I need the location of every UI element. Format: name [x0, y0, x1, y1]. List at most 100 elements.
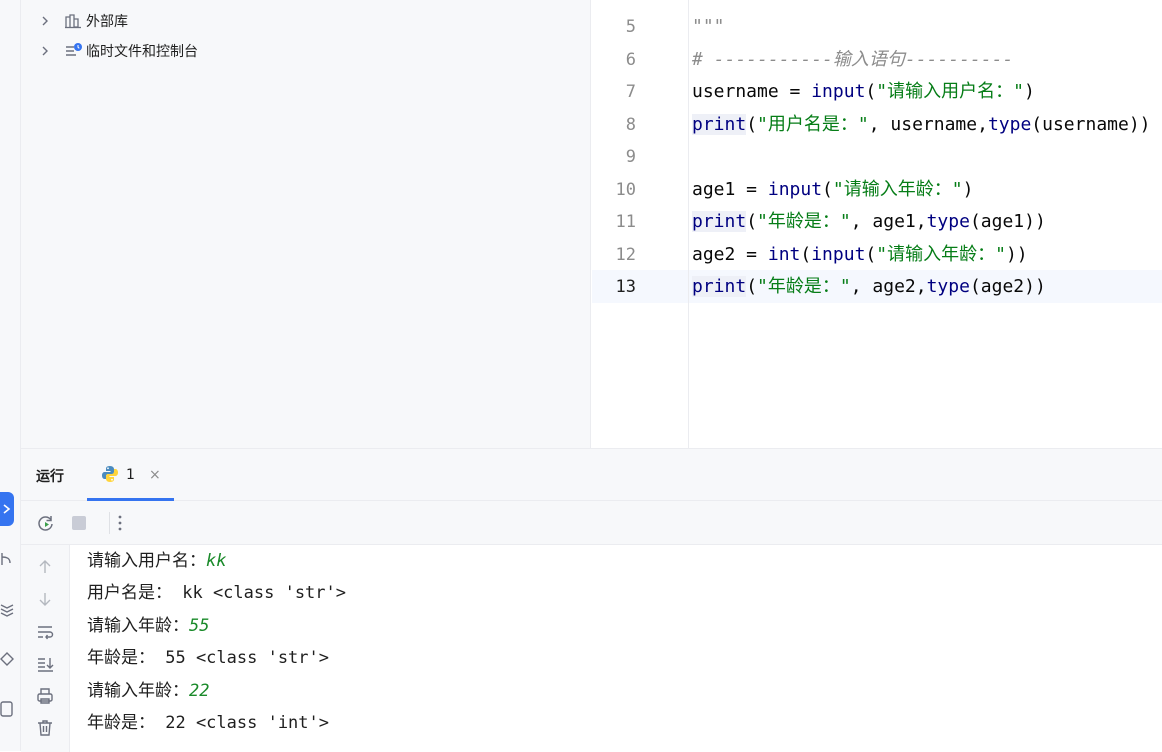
code-line-7: username = input("请输入用户名：")	[692, 76, 1035, 108]
string-token: "年龄是："	[757, 211, 851, 232]
line-number: 10	[615, 180, 636, 200]
rerun-button[interactable]	[35, 512, 57, 534]
chevron-right-icon[interactable]	[39, 45, 51, 57]
library-icon	[64, 12, 82, 30]
run-title: 运行	[36, 469, 64, 485]
console-output-text: 年龄是： 22 <class 'int'>	[87, 713, 329, 733]
console-prompt: 请输入年龄：	[87, 681, 189, 701]
run-tool-window: 运行 1 × 请输入用户名：kk 用户名是： kk <class 'str'> …	[21, 448, 1162, 752]
function-token: type	[987, 114, 1032, 135]
line-number: 12	[615, 245, 636, 265]
code-token: (	[822, 179, 833, 200]
code-token: age2 =	[692, 244, 768, 265]
function-token: type	[926, 211, 970, 232]
console-prompt: 请输入用户名：	[87, 551, 206, 571]
code-token: (	[746, 276, 758, 297]
close-icon[interactable]: ×	[149, 467, 161, 483]
code-line-12: age2 = int(input("请输入年龄："))	[692, 239, 1028, 271]
code-token: ))	[1005, 244, 1028, 265]
run-tool-window-icon[interactable]	[0, 492, 14, 526]
activity-strip	[0, 0, 21, 751]
project-tree: 外部库 临时文件和控制台	[21, 0, 591, 448]
tree-item-label: 临时文件和控制台	[86, 44, 198, 60]
arrow-down-icon[interactable]	[35, 589, 55, 609]
git-icon[interactable]	[0, 548, 14, 570]
line-number: 8	[625, 115, 636, 135]
code-token: (username))	[1031, 114, 1151, 135]
console-line: 请输入年龄：22	[87, 675, 209, 707]
code-token: (	[746, 114, 758, 135]
console-user-input: 55	[189, 616, 210, 636]
chevron-right-icon[interactable]	[39, 15, 51, 27]
arrow-up-icon[interactable]	[35, 557, 55, 577]
layers-icon[interactable]	[0, 598, 14, 620]
line-number: 5	[625, 17, 636, 37]
line-number: 6	[625, 50, 636, 70]
soft-wrap-icon[interactable]	[35, 622, 55, 642]
stop-button[interactable]	[68, 512, 90, 534]
console-line: 年龄是： 55 <class 'str'>	[87, 642, 329, 674]
keyword-token: print	[692, 276, 747, 297]
console-output-text: 用户名是： kk <class 'str'>	[87, 583, 346, 603]
code-line-10: age1 = input("请输入年龄：")	[692, 174, 973, 206]
console-line: 年龄是： 22 <class 'int'>	[87, 707, 329, 739]
print-icon[interactable]	[35, 686, 55, 706]
keyword-token: print	[692, 114, 747, 135]
code-token: (age1))	[969, 211, 1046, 232]
string-token: "用户名是："	[757, 114, 869, 135]
run-header: 运行 1 ×	[21, 449, 1162, 501]
keyword-token: print	[692, 211, 747, 232]
console-user-input: kk	[206, 551, 227, 571]
code-line-6: # -----------输入语句----------	[692, 44, 1013, 76]
code-token: )	[962, 179, 974, 200]
scroll-to-end-icon[interactable]	[35, 654, 55, 674]
code-line-5: """	[692, 11, 725, 43]
line-number-current: 13	[615, 277, 636, 297]
string-token: "年龄是："	[757, 276, 851, 297]
run-toolbar	[21, 501, 1162, 545]
console-line: 请输入年龄：55	[87, 610, 209, 642]
tree-item-scratches[interactable]: 临时文件和控制台	[21, 38, 591, 64]
function-token: input	[811, 244, 866, 265]
tree-item-label: 外部库	[86, 14, 128, 30]
line-number: 9	[625, 147, 636, 167]
string-token: "请输入用户名："	[876, 81, 1024, 102]
function-token: input	[811, 81, 866, 102]
line-number-gutter: 5 6 7 8 9 10 11 12 13	[592, 0, 689, 448]
code-token: (	[746, 211, 758, 232]
tab-run-1[interactable]: 1 ×	[87, 459, 174, 501]
more-options-icon[interactable]	[109, 512, 131, 534]
code-token: , age1,	[850, 211, 927, 232]
docstring-token: """	[692, 16, 725, 37]
console-prompt: 请输入年龄：	[87, 616, 189, 636]
console-line: 请输入用户名：kk	[87, 545, 226, 577]
code-line-13: print("年龄是：", age2,type(age2))	[692, 271, 1046, 303]
code-line-8: print("用户名是：", username,type(username))	[692, 109, 1151, 141]
function-token: type	[926, 276, 970, 297]
tab-label: 1	[126, 467, 135, 483]
code-token: )	[1023, 81, 1035, 102]
code-token: (	[800, 244, 812, 265]
line-number: 11	[615, 212, 636, 232]
string-token: "请输入年龄："	[876, 244, 1006, 265]
trash-icon[interactable]	[35, 718, 55, 738]
code-line-11: print("年龄是：", age1,type(age1))	[692, 206, 1046, 238]
function-token: input	[767, 179, 823, 200]
console-side-toolbar	[21, 545, 70, 752]
console-user-input: 22	[189, 681, 210, 701]
console-output-text: 年龄是： 55 <class 'str'>	[87, 648, 329, 668]
services-icon[interactable]	[0, 648, 14, 670]
scratches-icon	[64, 42, 82, 60]
code-editor[interactable]: 5 6 7 8 9 10 11 12 13 """ # -----------输…	[592, 0, 1162, 448]
code-token: (	[865, 81, 877, 102]
python-icon	[101, 465, 119, 487]
tree-item-external-libraries[interactable]: 外部库	[21, 8, 591, 34]
terminal-icon[interactable]	[0, 698, 14, 720]
string-token: "请输入年龄："	[832, 179, 963, 200]
line-number: 7	[625, 82, 636, 102]
code-token: age1 =	[692, 179, 768, 200]
code-token: , age2,	[850, 276, 927, 297]
console-output[interactable]: 请输入用户名：kk 用户名是： kk <class 'str'> 请输入年龄：5…	[87, 545, 1157, 752]
code-token: (	[865, 244, 877, 265]
comment-token: # -----------输入语句----------	[692, 49, 1014, 70]
